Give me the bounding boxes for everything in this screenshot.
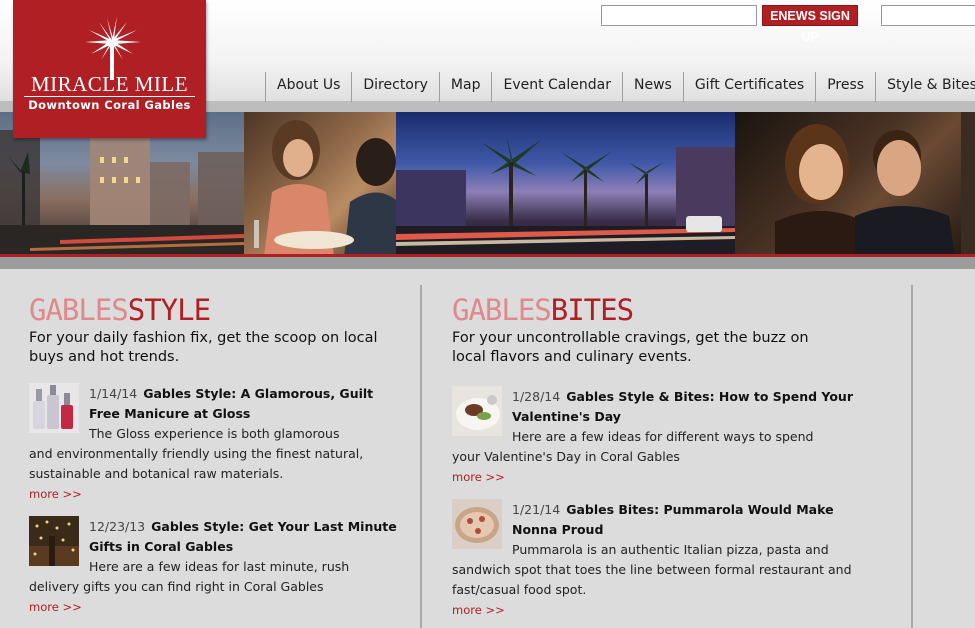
nav-news[interactable]: News (621, 72, 683, 102)
post-excerpt: Here are a few ideas for different ways … (452, 429, 814, 464)
site-logo[interactable]: MIRACLE MILE Downtown Coral Gables (13, 0, 206, 138)
heading-dark: STYLE (127, 293, 211, 327)
nav-gift-certificates[interactable]: Gift Certificates (682, 72, 815, 102)
post-headline: 1/28/14 Gables Style & Bites: How to Spen… (512, 387, 857, 427)
heading-dark: BITES (550, 293, 634, 327)
post-excerpt: Here are a few ideas for last minute, ru… (29, 559, 350, 594)
post-excerpt: The Gloss experience is both glamorous a… (29, 426, 364, 481)
more-link[interactable]: more >> (452, 470, 505, 484)
nav-map[interactable]: Map (438, 72, 492, 102)
post-date: 1/14/14 (89, 386, 138, 401)
post-excerpt: Pummarola is an authentic Italian pizza,… (452, 542, 852, 597)
gables-style-heading: GABLESSTYLE (29, 292, 211, 328)
more-link[interactable]: more >> (29, 487, 82, 501)
logo-title: MIRACLE MILE (30, 72, 189, 96)
nav-directory[interactable]: Directory (351, 72, 439, 102)
post-title-link[interactable]: Gables Style & Bites: How to Spend Your … (512, 389, 853, 424)
dining-couple-photo (244, 112, 396, 257)
nav-press[interactable]: Press (815, 72, 875, 102)
post-headline: 1/21/14 Gables Bites: Pummarola Would Mak… (512, 500, 882, 540)
gables-bites-heading: GABLESBITES (452, 292, 634, 328)
column-divider (420, 285, 422, 628)
nav-about-us[interactable]: About Us (265, 72, 351, 102)
column-divider-right (911, 285, 913, 628)
main-nav: About Us Directory Map Event Calendar Ne… (265, 72, 975, 102)
post-headline: 12/23/13 Gables Style: Get Your Last Minu… (89, 517, 399, 557)
palm-street-night-photo (396, 112, 735, 257)
smiling-couple-photo (735, 112, 975, 257)
logo-divider (24, 96, 195, 97)
post-title-link[interactable]: Gables Bites: Pummarola Would Make Nonna… (512, 502, 834, 537)
gables-bites-intro: For your uncontrollable cravings, get th… (452, 330, 809, 365)
post-headline: 1/14/14 Gables Style: A Glamorous, Guilt … (89, 384, 399, 424)
more-link[interactable]: more >> (29, 600, 82, 614)
enews-signup-button[interactable]: ENEWS SIGN UP (762, 5, 858, 44)
heading-light: GABLES (452, 293, 552, 327)
hero-gray-band (0, 257, 975, 269)
heading-light: GABLES (29, 293, 129, 327)
nav-style-bites[interactable]: Style & Bites (875, 72, 975, 102)
nav-event-calendar[interactable]: Event Calendar (491, 72, 622, 102)
more-link[interactable]: more >> (452, 603, 505, 617)
post-date: 1/28/14 (512, 389, 561, 404)
post-date: 12/23/13 (89, 519, 146, 534)
search-input[interactable] (881, 5, 975, 26)
enews-email-input[interactable] (601, 5, 757, 26)
post-date: 1/21/14 (512, 502, 561, 517)
gables-style-intro: For your daily fashion fix, get the scoo… (29, 330, 378, 365)
logo-subtitle: Downtown Coral Gables (28, 98, 191, 112)
